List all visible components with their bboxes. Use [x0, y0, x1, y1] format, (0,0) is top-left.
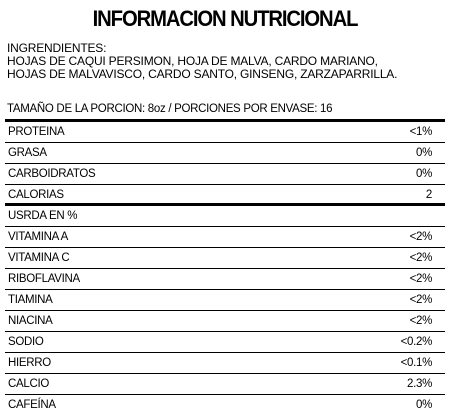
- table-row: VITAMINA C <2%: [5, 248, 445, 269]
- table-row: SODIO <0.2%: [5, 332, 445, 353]
- table-row: PROTEINA <1%: [5, 122, 445, 143]
- table-row: VITAMINA A <2%: [5, 227, 445, 248]
- nutrient-value: 0%: [321, 143, 445, 164]
- nutrient-name: RIBOFLAVINA: [5, 269, 281, 290]
- table-row: NIACINA <2%: [5, 311, 445, 332]
- nutrient-value: <2%: [281, 248, 445, 269]
- table-row: HIERRO <0.1%: [5, 353, 445, 374]
- nutrient-name: GRASA: [5, 143, 321, 164]
- table-row: GRASA 0%: [5, 143, 445, 164]
- ingredients-line: HOJAS DE MALVAVISCO, CARDO SANTO, GINSEN…: [7, 68, 447, 81]
- table-row: RIBOFLAVINA <2%: [5, 269, 445, 290]
- nutrient-name: CAFEÍNA: [5, 395, 281, 415]
- nutrient-value: <0.2%: [281, 332, 445, 353]
- nutrient-name: NIACINA: [5, 311, 281, 332]
- nutrient-value: 2.3%: [281, 374, 445, 395]
- nutrient-value: 0%: [281, 395, 445, 415]
- table-row: USRDA EN %: [5, 206, 445, 227]
- table-row: CAFEÍNA 0%: [5, 395, 445, 415]
- nutrient-value: <0.1%: [281, 353, 445, 374]
- nutrient-name: HIERRO: [5, 353, 281, 374]
- ingredients-label: INGRENDIENTES:: [7, 42, 447, 55]
- ingredients-line: HOJAS DE CAQUI PERSIMON, HOJA DE MALVA, …: [7, 55, 447, 68]
- nutrient-name: SODIO: [5, 332, 281, 353]
- nutrition-table-main: PROTEINA <1% GRASA 0% CARBOIDRATOS 0% CA…: [5, 122, 445, 205]
- nutrient-value: [281, 206, 445, 227]
- nutrient-name: VITAMINA A: [5, 227, 281, 248]
- nutrient-value: <2%: [281, 227, 445, 248]
- nutrient-name: CALCIO: [5, 374, 281, 395]
- serving-info: TAMAÑO DE LA PORCION: 8oz / PORCIONES PO…: [7, 103, 447, 115]
- page-title: INFORMACION NUTRICIONAL: [18, 6, 432, 32]
- nutrient-value: <2%: [281, 311, 445, 332]
- table-row: CALORIAS 2: [5, 185, 445, 206]
- nutrient-value: 2: [321, 185, 445, 206]
- nutrient-value: 0%: [321, 164, 445, 185]
- nutrient-name: CARBOIDRATOS: [5, 164, 321, 185]
- nutrient-value: <1%: [321, 122, 445, 143]
- table-row: CALCIO 2.3%: [5, 374, 445, 395]
- table-row: TIAMINA <2%: [5, 290, 445, 311]
- nutrient-name: PROTEINA: [5, 122, 321, 143]
- nutrient-value: <2%: [281, 269, 445, 290]
- nutrition-table-usrda: USRDA EN % VITAMINA A <2% VITAMINA C <2%…: [5, 206, 445, 415]
- ingredients-block: INGRENDIENTES: HOJAS DE CAQUI PERSIMON, …: [7, 42, 447, 80]
- nutrient-name: CALORIAS: [5, 185, 321, 206]
- nutrient-name: VITAMINA C: [5, 248, 281, 269]
- nutrient-name: TIAMINA: [5, 290, 281, 311]
- nutrient-value: <2%: [281, 290, 445, 311]
- section-label: USRDA EN %: [5, 206, 281, 227]
- table-row: CARBOIDRATOS 0%: [5, 164, 445, 185]
